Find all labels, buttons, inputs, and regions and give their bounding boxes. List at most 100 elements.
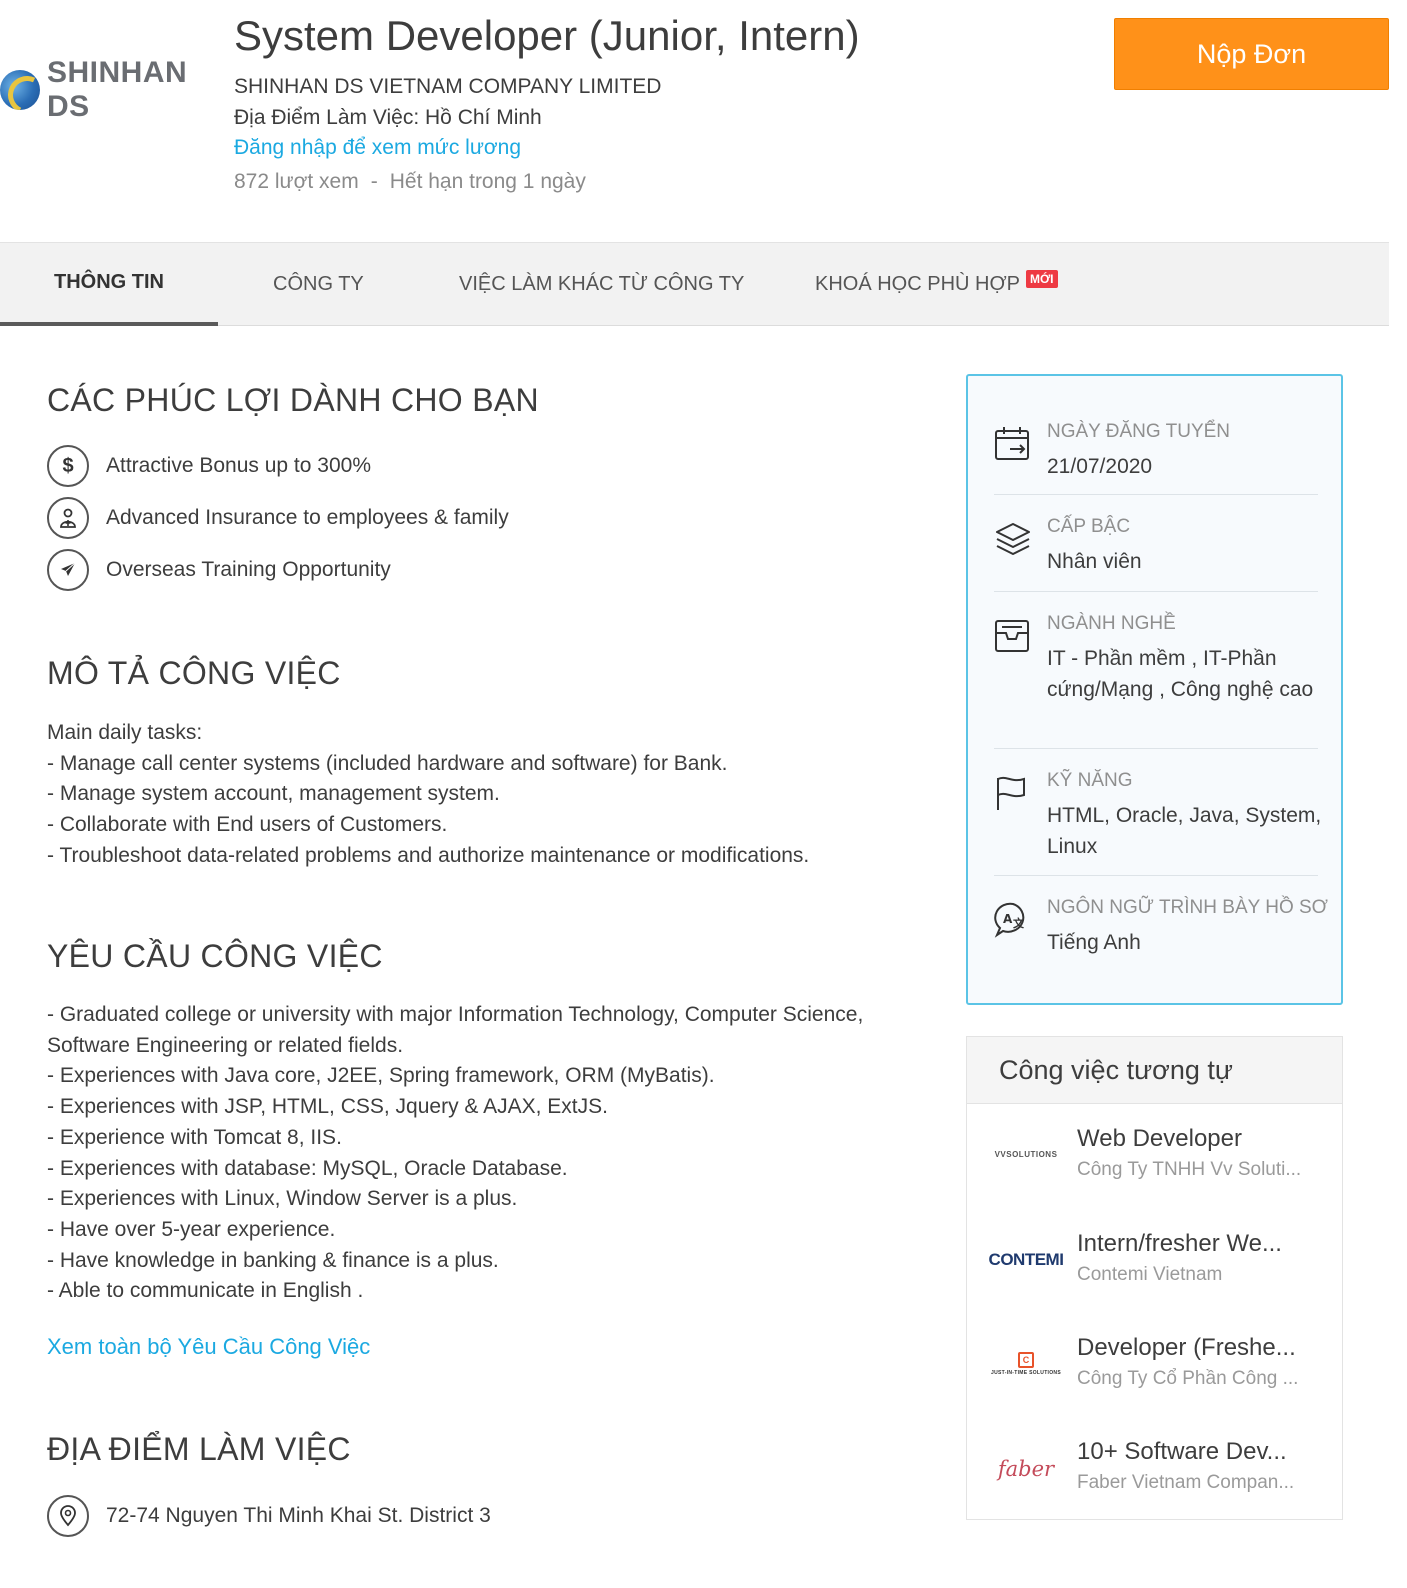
tab-other-jobs[interactable]: VIỆC LÀM KHÁC TỪ CÔNG TY [459,243,744,326]
company-name[interactable]: SHINHAN DS VIETNAM COMPANY LIMITED [234,75,661,99]
similar-job-logo: VVSOLUTIONS [987,1129,1065,1179]
tab-label: THÔNG TIN [54,271,164,293]
requirement-line: Software Engineering or related fields. [47,1033,404,1057]
airplane-icon [47,549,89,591]
similar-job-title[interactable]: Web Developer [1077,1125,1322,1153]
doctor-icon [47,497,89,539]
similar-job-title[interactable]: Developer (Freshe... [1077,1334,1322,1362]
address-text: 72-74 Nguyen Thi Minh Khai St. District … [106,1504,491,1527]
tab-company[interactable]: CÔNG TY [273,243,364,326]
language-item: A 文 NGÔN NGỮ TRÌNH BÀY HỒ SƠ Tiếng Anh [994,897,1328,957]
benefit-item: Overseas Training Opportunity [47,548,391,592]
requirement-line: - Experiences with JSP, HTML, CSS, Jquer… [47,1095,608,1119]
similar-job-item[interactable]: CONTEMI Intern/fresher We... Contemi Vie… [967,1222,1342,1322]
requirement-line: - Experience with Tomcat 8, IIS. [47,1125,342,1149]
job-location: Địa Điểm Làm Việc: Hồ Chí Minh [234,106,542,129]
login-to-view-salary-link[interactable]: Đăng nhập để xem mức lương [234,136,521,160]
level-value: Nhân viên [1047,550,1142,573]
map-pin-icon [47,1495,89,1537]
posted-date-label: NGÀY ĐĂNG TUYỂN [1047,421,1231,442]
similar-job-logo: faber [987,1444,1065,1494]
logo-text: CONTEMI [988,1250,1064,1269]
benefit-item: $ Attractive Bonus up to 300% [47,444,371,488]
view-count: 872 lượt xem [234,170,359,193]
similar-job-item[interactable]: VVSOLUTIONS Web Developer Công Ty TNHH V… [967,1117,1342,1217]
divider [994,494,1318,495]
logo-mark: C [1018,1352,1034,1368]
divider [994,748,1318,749]
language-value: Tiếng Anh [1047,931,1141,954]
description-line: - Manage system account, management syst… [47,782,500,806]
logo-text: VVSOLUTIONS [994,1149,1058,1159]
view-all-requirements-link[interactable]: Xem toàn bộ Yêu Cầu Công Việc [47,1334,370,1360]
similar-job-item[interactable]: faber 10+ Software Dev... Faber Vietnam … [967,1432,1342,1532]
benefit-text: Overseas Training Opportunity [106,558,391,581]
company-logo-mark [0,70,40,110]
posted-date-item: NGÀY ĐĂNG TUYỂN 21/07/2020 [994,421,1318,481]
benefit-text: Attractive Bonus up to 300% [106,454,371,477]
posted-date-value: 21/07/2020 [1047,455,1153,478]
similar-job-item[interactable]: C JUST-IN-TIME SOLUTIONS Developer (Fres… [967,1327,1342,1427]
similar-job-title[interactable]: Intern/fresher We... [1077,1230,1322,1258]
similar-job-company: Contemi Vietnam [1077,1264,1223,1285]
calendar-icon [995,427,1029,460]
expiry-text: Hết hạn trong 1 ngày [389,170,586,193]
similar-job-company: Faber Vietnam Compan... [1077,1472,1295,1493]
company-logo-text: SHINHAN DS [47,56,188,123]
description-line: - Collaborate with End users of Customer… [47,813,448,837]
requirement-line: - Have over 5-year experience. [47,1217,336,1241]
job-header: SHINHAN DS System Developer (Junior, Int… [0,0,1407,242]
description-line: Main daily tasks: [47,721,203,744]
similar-job-company: Công Ty TNHH Vv Soluti... [1077,1159,1302,1180]
divider [994,591,1318,592]
industry-label: NGÀNH NGHỀ [1047,613,1176,634]
similar-job-logo: CONTEMI [987,1235,1065,1285]
similar-jobs-panel: Công việc tương tự VVSOLUTIONS Web Devel… [966,1036,1343,1520]
requirement-line: - Have knowledge in banking & finance is… [47,1248,499,1272]
benefit-text: Advanced Insurance to employees & family [106,506,509,529]
description-title: MÔ TẢ CÔNG VIỆC [47,655,341,691]
flag-icon [997,776,1025,810]
requirement-line: - Graduated college or university with m… [47,1003,864,1026]
requirement-line: - Able to communicate in English . [47,1279,364,1303]
similar-job-company: Công Ty Cổ Phần Công ... [1077,1368,1299,1389]
requirements-body: - Graduated college or university with m… [47,1000,917,1307]
requirement-line: - Experiences with Java core, J2EE, Spri… [47,1064,715,1088]
description-body: Main daily tasks: - Manage call center s… [47,718,917,872]
job-summary-panel: NGÀY ĐĂNG TUYỂN 21/07/2020 CẤP BẬC Nhân … [966,374,1343,1005]
dollar-icon: $ [47,445,89,487]
industry-value[interactable]: IT - Phần mềm , IT-Phần cứng/Mạng , Công… [1047,643,1322,705]
similar-jobs-header: Công việc tương tự [967,1037,1342,1104]
layers-icon [996,523,1030,555]
similar-job-logo: C JUST-IN-TIME SOLUTIONS [987,1339,1065,1389]
tab-courses[interactable]: KHOÁ HỌC PHÙ HỢP MỚI [815,243,1058,326]
tab-label: CÔNG TY [273,273,364,295]
company-logo[interactable]: SHINHAN DS [0,56,220,123]
skills-value: HTML, Oracle, Java, System, Linux [1047,804,1322,858]
skills-item: KỸ NĂNG HTML, Oracle, Java, System, Linu… [994,770,1321,860]
description-line: - Manage call center systems (included h… [47,751,728,775]
apply-button[interactable]: Nộp Đơn [1114,18,1389,90]
logo-text: faber [997,1457,1055,1481]
requirement-line: - Experiences with database: MySQL, Orac… [47,1156,568,1180]
skills-label: KỸ NĂNG [1047,770,1133,791]
tab-label: VIỆC LÀM KHÁC TỪ CÔNG TY [459,273,745,295]
similar-job-title[interactable]: 10+ Software Dev... [1077,1438,1322,1466]
industry-item: NGÀNH NGHỀ IT - Phần mềm , IT-Phần cứng/… [994,613,1318,733]
job-meta: 872 lượt xem - Hết hạn trong 1 ngày [234,170,586,194]
requirements-title: YÊU CẦU CÔNG VIỆC [47,938,383,974]
meta-separator: - [370,170,378,193]
level-item: CẤP BẬC Nhân viên [994,516,1318,576]
svg-text:A: A [1003,912,1013,926]
svg-text:文: 文 [1013,916,1025,930]
new-badge: MỚI [1025,269,1058,288]
level-label: CẤP BẬC [1047,516,1131,537]
description-line: - Troubleshoot data-related problems and… [47,843,810,867]
divider [994,875,1318,876]
translate-icon: A 文 [994,902,1025,938]
benefits-title: CÁC PHÚC LỢI DÀNH CHO BẠN [47,382,539,418]
tab-info[interactable]: THÔNG TIN [0,243,218,326]
tab-bar: THÔNG TIN CÔNG TY VIỆC LÀM KHÁC TỪ CÔNG … [0,242,1389,326]
logo-text: JUST-IN-TIME SOLUTIONS [991,1370,1061,1376]
language-label: NGÔN NGỮ TRÌNH BÀY HỒ SƠ [1047,897,1328,918]
